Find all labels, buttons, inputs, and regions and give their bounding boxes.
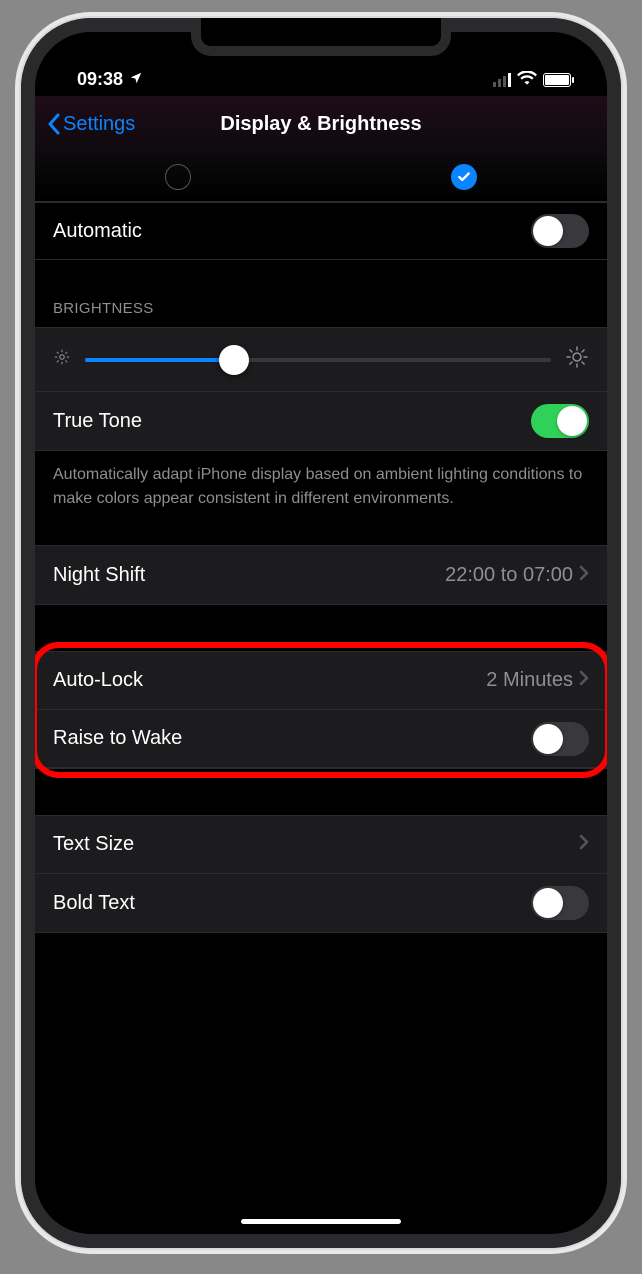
appearance-dark-option[interactable] bbox=[321, 152, 607, 201]
true-tone-footer: Automatically adapt iPhone display based… bbox=[35, 451, 607, 521]
cellular-signal-icon bbox=[493, 73, 511, 87]
appearance-light-option[interactable] bbox=[35, 152, 321, 201]
status-time: 09:38 bbox=[77, 69, 123, 90]
automatic-row: Automatic bbox=[35, 202, 607, 260]
auto-lock-label: Auto-Lock bbox=[53, 669, 143, 692]
home-indicator[interactable] bbox=[241, 1219, 401, 1224]
navigation-bar: Settings Display & Brightness bbox=[35, 96, 607, 152]
radio-checked-icon bbox=[451, 164, 477, 190]
bold-text-row: Bold Text bbox=[35, 874, 607, 932]
battery-icon bbox=[543, 73, 571, 87]
true-tone-label: True Tone bbox=[53, 410, 142, 433]
radio-unchecked-icon bbox=[165, 164, 191, 190]
night-shift-row[interactable]: Night Shift 22:00 to 07:00 bbox=[35, 546, 607, 604]
chevron-right-icon bbox=[579, 564, 589, 587]
auto-lock-value: 2 Minutes bbox=[486, 669, 573, 692]
appearance-selector bbox=[35, 152, 607, 202]
location-arrow-icon bbox=[129, 69, 143, 90]
night-shift-label: Night Shift bbox=[53, 564, 145, 587]
brightness-slider[interactable] bbox=[85, 358, 551, 362]
text-size-row[interactable]: Text Size bbox=[35, 816, 607, 874]
chevron-right-icon bbox=[579, 833, 589, 856]
true-tone-toggle[interactable] bbox=[531, 404, 589, 438]
raise-to-wake-row: Raise to Wake bbox=[35, 710, 607, 768]
raise-to-wake-toggle[interactable] bbox=[531, 722, 589, 756]
automatic-label: Automatic bbox=[53, 220, 142, 243]
text-size-label: Text Size bbox=[53, 833, 134, 856]
wifi-icon bbox=[517, 69, 537, 90]
back-button[interactable]: Settings bbox=[47, 113, 135, 136]
automatic-toggle[interactable] bbox=[531, 214, 589, 248]
brightness-header: Brightness bbox=[35, 260, 607, 327]
raise-to-wake-label: Raise to Wake bbox=[53, 727, 182, 750]
sun-min-icon bbox=[53, 348, 71, 372]
bold-text-label: Bold Text bbox=[53, 892, 135, 915]
auto-lock-row[interactable]: Auto-Lock 2 Minutes bbox=[35, 652, 607, 710]
true-tone-row: True Tone bbox=[35, 392, 607, 450]
brightness-slider-row bbox=[35, 328, 607, 392]
chevron-right-icon bbox=[579, 669, 589, 692]
sun-max-icon bbox=[565, 345, 589, 375]
chevron-left-icon bbox=[47, 113, 61, 135]
bold-text-toggle[interactable] bbox=[531, 886, 589, 920]
back-label: Settings bbox=[63, 113, 135, 136]
night-shift-value: 22:00 to 07:00 bbox=[445, 564, 573, 587]
